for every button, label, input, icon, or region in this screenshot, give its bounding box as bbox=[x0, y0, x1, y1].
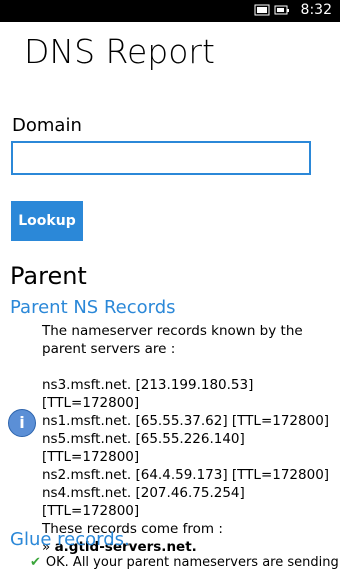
page-title: DNS Report bbox=[24, 32, 215, 71]
ns-record-item: ns3.msft.net. [213.199.180.53] [TTL=1728… bbox=[42, 377, 254, 411]
parent-ns-records-heading: Parent NS Records bbox=[10, 297, 176, 318]
glue-status: ✔ OK. All your parent nameservers are sen… bbox=[30, 555, 339, 570]
parent-ns-intro: The nameserver records known by the pare… bbox=[42, 323, 303, 357]
info-icon: i bbox=[8, 409, 36, 437]
domain-input[interactable] bbox=[11, 141, 311, 175]
domain-label: Domain bbox=[12, 115, 82, 136]
ns-record-item: ns5.msft.net. [65.55.226.140] [TTL=17280… bbox=[42, 431, 245, 465]
ns-record-item: ns2.msft.net. [64.4.59.173] [TTL=172800] bbox=[42, 467, 330, 483]
lookup-button[interactable]: Lookup bbox=[11, 201, 83, 241]
ns-record-list: ns3.msft.net. [213.199.180.53] [TTL=1728… bbox=[42, 376, 332, 520]
glue-status-text: OK. All your parent nameservers are send… bbox=[45, 555, 339, 570]
parent-ns-records: The nameserver records known by the pare… bbox=[42, 322, 332, 556]
section-parent-title: Parent bbox=[10, 262, 87, 290]
battery-icon bbox=[274, 3, 290, 17]
ns-record-item: ns4.msft.net. [207.46.75.254] [TTL=17280… bbox=[42, 485, 245, 519]
status-time: 8:32 bbox=[300, 2, 332, 18]
ok-icon: ✔ bbox=[30, 555, 41, 570]
glue-records-heading: Glue records. bbox=[10, 529, 130, 550]
status-icons bbox=[254, 3, 290, 17]
signal-icon bbox=[254, 3, 270, 17]
status-bar: 8:32 bbox=[0, 0, 340, 22]
ns-record-item: ns1.msft.net. [65.55.37.62] [TTL=172800] bbox=[42, 413, 330, 429]
